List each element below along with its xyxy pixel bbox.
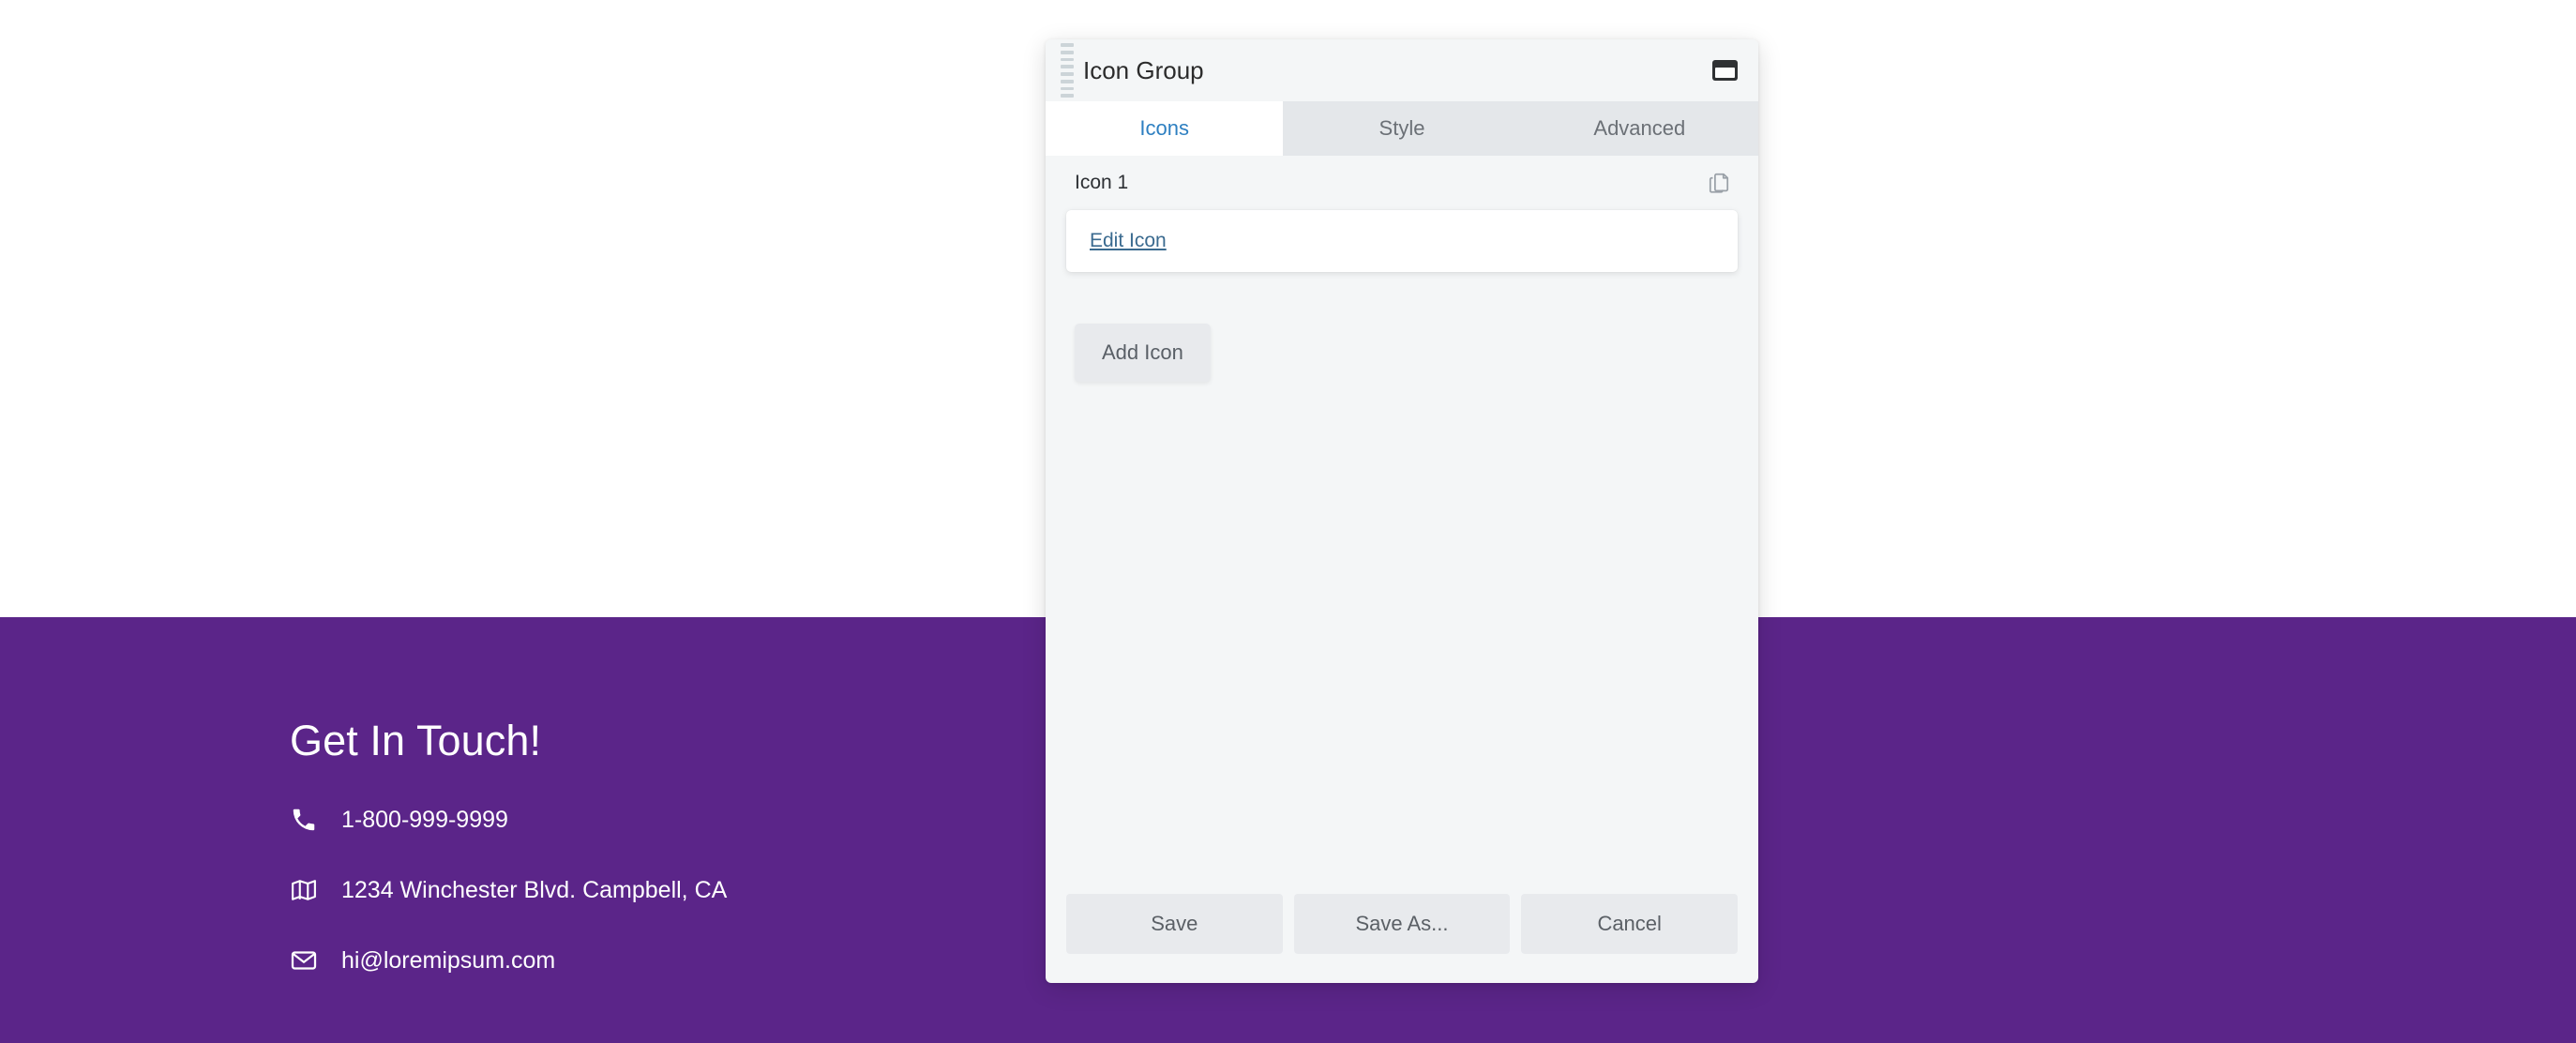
panel-footer: Save Save As... Cancel bbox=[1046, 894, 1758, 983]
tab-advanced[interactable]: Advanced bbox=[1520, 101, 1758, 156]
save-button[interactable]: Save bbox=[1066, 894, 1283, 954]
contact-list: 1-800-999-9999 1234 Winchester Blvd. Cam… bbox=[290, 804, 1134, 976]
tab-icons[interactable]: Icons bbox=[1046, 101, 1284, 156]
edit-icon-link[interactable]: Edit Icon bbox=[1090, 230, 1167, 252]
icon-item-header: Icon 1 bbox=[1066, 156, 1738, 210]
tab-style[interactable]: Style bbox=[1283, 101, 1521, 156]
page-root: Get In Touch! 1-800-999-9999 1234 Winche… bbox=[0, 0, 2576, 1043]
map-icon bbox=[290, 874, 327, 906]
icon-group-panel: Icon Group Icons Style Advanced Icon 1 E… bbox=[1046, 39, 1758, 983]
contact-address-text: 1234 Winchester Blvd. Campbell, CA bbox=[341, 876, 728, 903]
footer-heading: Get In Touch! bbox=[290, 717, 542, 764]
contact-email-text: hi@loremipsum.com bbox=[341, 946, 556, 974]
save-as-button[interactable]: Save As... bbox=[1293, 894, 1511, 954]
cancel-button[interactable]: Cancel bbox=[1521, 894, 1739, 954]
contact-phone-text: 1-800-999-9999 bbox=[341, 806, 508, 833]
contact-item-email: hi@loremipsum.com bbox=[290, 945, 1134, 976]
envelope-icon bbox=[290, 945, 327, 976]
contact-item-phone: 1-800-999-9999 bbox=[290, 804, 1134, 836]
copy-icon[interactable] bbox=[1707, 171, 1731, 195]
icon-item-label: Icon 1 bbox=[1075, 172, 1129, 193]
add-icon-button[interactable]: Add Icon bbox=[1075, 324, 1211, 382]
panel-title: Icon Group bbox=[1083, 56, 1204, 84]
panel-body: Icon 1 Edit Icon Add Icon bbox=[1046, 156, 1758, 894]
site-footer-content: Get In Touch! 1-800-999-9999 1234 Winche… bbox=[290, 718, 1134, 976]
phone-icon bbox=[290, 804, 327, 836]
drag-handle-icon[interactable] bbox=[1061, 43, 1074, 98]
contact-item-address: 1234 Winchester Blvd. Campbell, CA bbox=[290, 874, 1134, 906]
panel-tab-bar: Icons Style Advanced bbox=[1046, 101, 1758, 156]
panel-header: Icon Group bbox=[1046, 39, 1758, 101]
icon-item-card: Edit Icon bbox=[1066, 210, 1738, 272]
window-restore-icon[interactable] bbox=[1712, 60, 1738, 81]
